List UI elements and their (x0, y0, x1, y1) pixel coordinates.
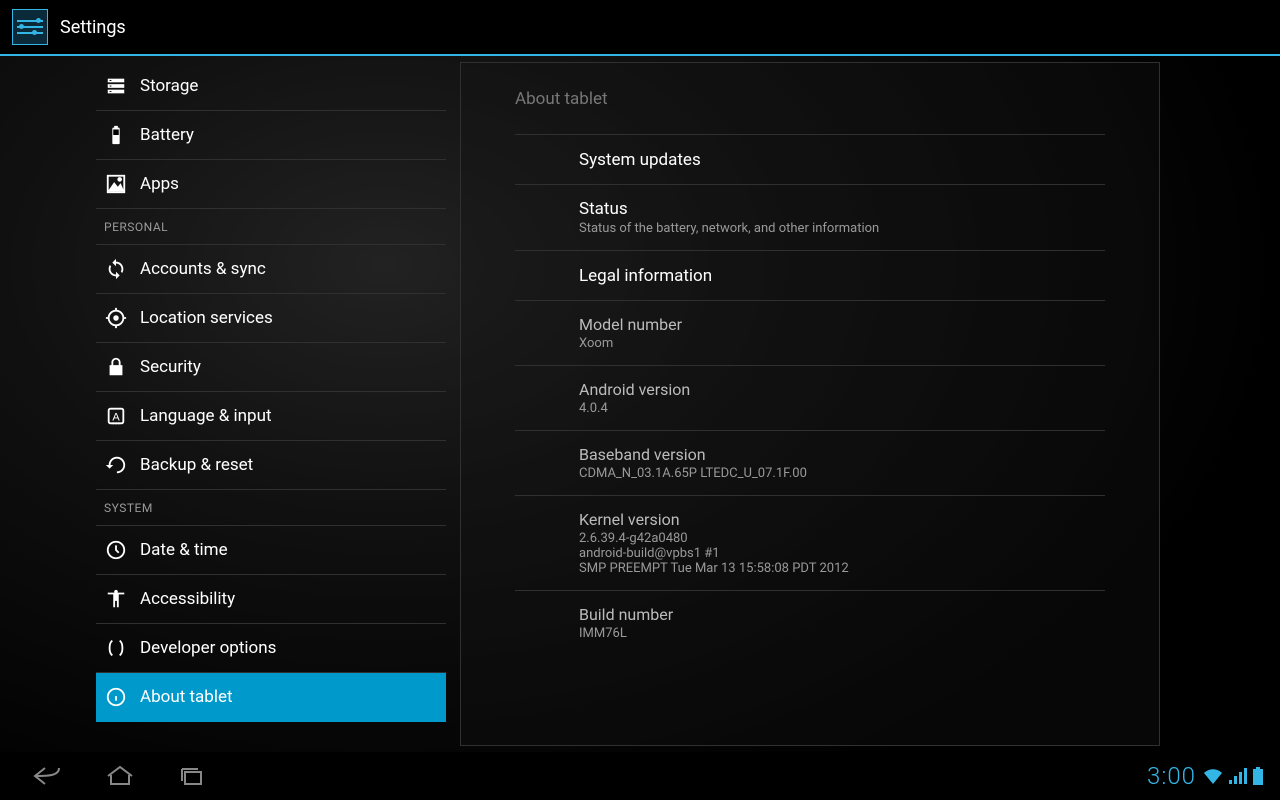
sidebar-item-location[interactable]: Location services (96, 294, 446, 343)
sidebar-item-backup[interactable]: Backup & reset (96, 441, 446, 490)
sidebar-header-system: SYSTEM (96, 490, 446, 526)
sidebar-item-label: Battery (140, 125, 194, 145)
detail-item-status[interactable]: Status Status of the battery, network, a… (515, 185, 1105, 251)
sidebar-item-about[interactable]: About tablet (96, 673, 446, 722)
detail-panel: About tablet System updates Status Statu… (460, 62, 1160, 746)
sidebar-item-label: Developer options (140, 638, 276, 658)
sidebar-item-label: Language & input (140, 406, 272, 426)
sidebar-item-apps[interactable]: Apps (96, 160, 446, 209)
accessibility-icon (104, 587, 128, 611)
sidebar-item-battery[interactable]: Battery (96, 111, 446, 160)
detail-item-title: Build number (579, 605, 1105, 624)
detail-item-value: IMM76L (579, 626, 1105, 641)
settings-sidebar: Storage Battery Apps PERSONAL Account (0, 56, 460, 752)
back-button[interactable] (32, 760, 64, 792)
sidebar-header-personal: PERSONAL (96, 209, 446, 245)
sidebar-item-label: Security (140, 357, 201, 377)
about-icon (104, 685, 128, 709)
sidebar-item-label: Date & time (140, 540, 228, 560)
detail-item-title: Android version (579, 380, 1105, 399)
wifi-icon (1202, 767, 1224, 785)
page-title: Settings (60, 17, 126, 38)
sidebar-item-accessibility[interactable]: Accessibility (96, 575, 446, 624)
apps-icon (104, 172, 128, 196)
sidebar-item-label: Location services (140, 308, 273, 328)
detail-item-title: Kernel version (579, 510, 1105, 529)
sidebar-item-security[interactable]: Security (96, 343, 446, 392)
home-button[interactable] (104, 760, 136, 792)
svg-text:A: A (112, 412, 120, 424)
sidebar-item-label: About tablet (140, 687, 233, 707)
sidebar-item-developer[interactable]: Developer options (96, 624, 446, 673)
detail-item-value: 4.0.4 (579, 401, 1105, 416)
battery-status-icon (1252, 767, 1264, 785)
detail-item-legal[interactable]: Legal information (515, 251, 1105, 301)
security-icon (104, 355, 128, 379)
status-bar[interactable]: 3:00 (1147, 762, 1264, 790)
detail-item-value: Xoom (579, 336, 1105, 351)
sidebar-item-label: Apps (140, 174, 179, 194)
detail-item-model: Model number Xoom (515, 301, 1105, 366)
sidebar-item-label: Accounts & sync (140, 259, 266, 279)
detail-item-title: Status (579, 199, 1105, 219)
detail-title: About tablet (515, 63, 1105, 135)
detail-item-title: Baseband version (579, 445, 1105, 464)
sidebar-item-storage[interactable]: Storage (96, 62, 446, 111)
detail-item-title: Legal information (579, 266, 1105, 286)
detail-item-title: System updates (579, 150, 1105, 170)
detail-item-title: Model number (579, 315, 1105, 334)
recent-apps-button[interactable] (176, 760, 208, 792)
detail-item-baseband: Baseband version CDMA_N_03.1A.65P LTEDC_… (515, 431, 1105, 496)
sidebar-item-label: Storage (140, 76, 198, 96)
action-bar: Settings (0, 0, 1280, 56)
backup-icon (104, 453, 128, 477)
signal-icon (1228, 767, 1248, 785)
sidebar-item-datetime[interactable]: Date & time (96, 526, 446, 575)
main-content: Storage Battery Apps PERSONAL Account (0, 56, 1280, 752)
detail-panel-wrap: About tablet System updates Status Statu… (460, 56, 1280, 752)
navigation-bar: 3:00 (0, 752, 1280, 800)
detail-item-system-updates[interactable]: System updates (515, 135, 1105, 185)
sidebar-item-language[interactable]: A Language & input (96, 392, 446, 441)
detail-item-value: CDMA_N_03.1A.65P LTEDC_U_07.1F.00 (579, 466, 1105, 481)
sidebar-item-label: Accessibility (140, 589, 235, 609)
sidebar-item-label: Backup & reset (140, 455, 253, 475)
sidebar-item-accounts-sync[interactable]: Accounts & sync (96, 245, 446, 294)
datetime-icon (104, 538, 128, 562)
language-icon: A (104, 404, 128, 428)
detail-item-subtitle: Status of the battery, network, and othe… (579, 221, 1105, 236)
battery-icon (104, 123, 128, 147)
sync-icon (104, 257, 128, 281)
settings-app-icon (12, 9, 48, 45)
detail-item-android-version: Android version 4.0.4 (515, 366, 1105, 431)
storage-icon (104, 74, 128, 98)
location-icon (104, 306, 128, 330)
clock: 3:00 (1147, 762, 1196, 790)
detail-item-build: Build number IMM76L (515, 591, 1105, 655)
developer-icon (104, 636, 128, 660)
detail-item-kernel: Kernel version 2.6.39.4-g42a0480 android… (515, 496, 1105, 591)
detail-item-value: 2.6.39.4-g42a0480 android-build@vpbs1 #1… (579, 531, 1105, 576)
